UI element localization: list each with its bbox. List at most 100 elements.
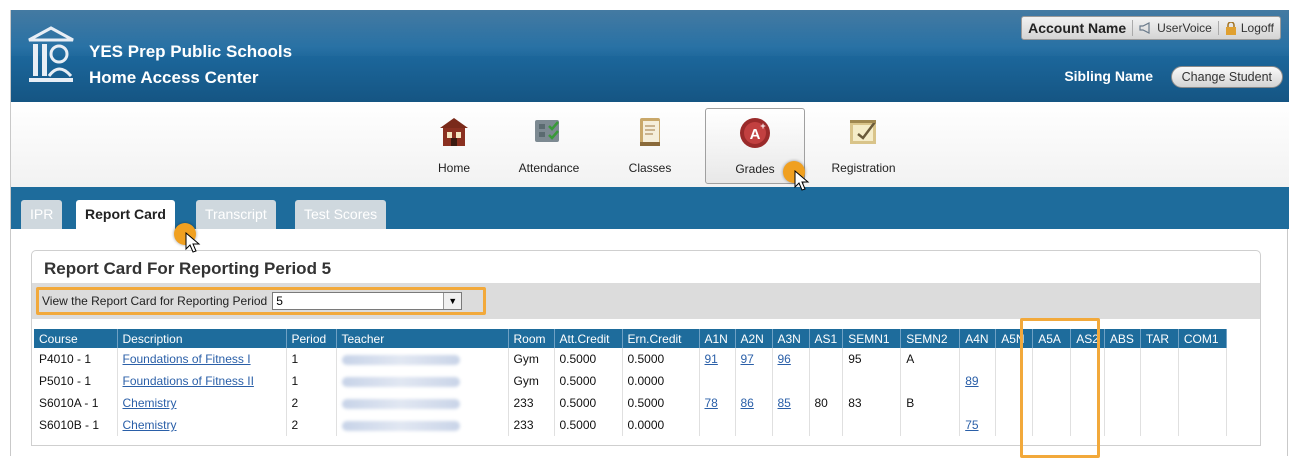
grade-cell: [959, 392, 997, 414]
grade-cell: [995, 414, 1034, 436]
grade-link[interactable]: 78: [705, 396, 718, 410]
home-icon: [440, 118, 468, 146]
teacher-cell: [336, 348, 509, 370]
nav-attendance[interactable]: Attendance: [504, 108, 594, 184]
grade-cell: 89: [959, 370, 997, 392]
description-cell: Chemistry: [117, 392, 287, 414]
grade-cell: [735, 414, 773, 436]
grade-cell: [772, 414, 810, 436]
uservoice-link[interactable]: UserVoice: [1133, 21, 1219, 35]
period-cell: 1: [286, 348, 337, 370]
change-student-button[interactable]: Change Student: [1170, 66, 1283, 88]
grade-cell: 95: [842, 348, 902, 370]
grade-cell: [995, 370, 1034, 392]
reporting-period-select[interactable]: 5 ▼: [272, 292, 463, 310]
course-cell: S6010A - 1: [34, 392, 118, 414]
grade-cell: [995, 392, 1034, 414]
tab-report-card[interactable]: Report Card: [76, 200, 175, 229]
col-header[interactable]: A4N: [959, 329, 997, 348]
col-header[interactable]: A5N: [995, 329, 1034, 348]
grade-cell: [1070, 348, 1105, 370]
grade-cell: 80: [809, 392, 844, 414]
nav-registration[interactable]: Registration: [816, 108, 911, 184]
tab-bar: IPR Report Card Transcript Test Scores: [11, 187, 1289, 229]
description-cell: Chemistry: [117, 414, 287, 436]
grade-link[interactable]: 91: [705, 352, 718, 366]
school-logo-icon: [28, 26, 74, 82]
course-link[interactable]: Foundations of Fitness II: [123, 374, 254, 388]
col-header[interactable]: Room: [508, 329, 555, 348]
tab-test-scores[interactable]: Test Scores: [295, 200, 387, 229]
header: YES Prep Public Schools Home Access Cent…: [11, 10, 1289, 102]
col-header[interactable]: Description: [117, 329, 287, 348]
course-link[interactable]: Chemistry: [123, 396, 177, 410]
course-link[interactable]: Foundations of Fitness I: [123, 352, 251, 366]
ern-credit-cell: 0.0000: [622, 370, 700, 392]
course-cell: P5010 - 1: [34, 370, 118, 392]
nav-classes[interactable]: Classes: [605, 108, 695, 184]
grades-icon: A +: [740, 118, 770, 148]
chevron-down-icon[interactable]: ▼: [443, 293, 462, 309]
grade-link[interactable]: 96: [778, 352, 791, 366]
grade-link[interactable]: 89: [965, 374, 978, 388]
col-header[interactable]: Teacher: [336, 329, 509, 348]
description-cell: Foundations of Fitness II: [117, 370, 287, 392]
grade-cell: 96: [772, 348, 810, 370]
col-header[interactable]: Ern.Credit: [622, 329, 700, 348]
att-credit-cell: 0.5000: [554, 392, 623, 414]
nav-classes-label: Classes: [628, 161, 672, 175]
tab-transcript[interactable]: Transcript: [196, 200, 276, 229]
ern-credit-cell: 0.0000: [622, 414, 700, 436]
filter-label: View the Report Card for Reporting Perio…: [42, 294, 268, 308]
grade-link[interactable]: 85: [778, 396, 791, 410]
logoff-link[interactable]: Logoff: [1219, 21, 1280, 35]
col-header[interactable]: AS2: [1070, 329, 1105, 348]
teacher-name-redacted: [341, 420, 460, 431]
grade-cell: [1070, 370, 1105, 392]
course-link[interactable]: Chemistry: [123, 418, 177, 432]
col-header[interactable]: Course: [34, 329, 118, 348]
col-header[interactable]: Att.Credit: [554, 329, 623, 348]
col-header[interactable]: COM1: [1178, 329, 1227, 348]
grade-link[interactable]: 75: [965, 418, 978, 432]
col-header[interactable]: ABS: [1104, 329, 1141, 348]
table-row: S6010B - 1 Chemistry 2 233 0.5000 0.0000…: [34, 414, 1227, 436]
tab-ipr[interactable]: IPR: [21, 200, 63, 229]
pointer-cursor-icon: [794, 170, 810, 191]
col-header[interactable]: Period: [286, 329, 337, 348]
sibling-name: Sibling Name: [1064, 68, 1153, 84]
grade-link[interactable]: 86: [741, 396, 754, 410]
room-cell: Gym: [508, 370, 555, 392]
svg-text:A: A: [750, 126, 761, 143]
app-name: Home Access Center: [89, 68, 259, 87]
teacher-name-redacted: [341, 398, 460, 409]
grade-cell: [1032, 348, 1072, 370]
room-cell: 233: [508, 392, 555, 414]
nav-registration-label: Registration: [831, 161, 896, 175]
col-header[interactable]: AS1: [809, 329, 844, 348]
grade-cell: [1032, 370, 1072, 392]
col-header[interactable]: A5A: [1032, 329, 1072, 348]
teacher-cell: [336, 414, 509, 436]
period-cell: 2: [286, 392, 337, 414]
nav-home[interactable]: Home: [409, 108, 499, 184]
logoff-label: Logoff: [1240, 21, 1274, 35]
grade-cell: [1178, 392, 1227, 414]
col-header[interactable]: SEMN2: [900, 329, 961, 348]
svg-text:+: +: [760, 121, 765, 131]
account-name[interactable]: Account Name: [1022, 20, 1134, 36]
col-header[interactable]: A1N: [699, 329, 736, 348]
col-header[interactable]: A2N: [735, 329, 773, 348]
reporting-period-value: 5: [276, 294, 283, 308]
filter-row: View the Report Card for Reporting Perio…: [32, 283, 1260, 319]
ern-credit-cell: 0.5000: [622, 392, 700, 414]
att-credit-cell: 0.5000: [554, 348, 623, 370]
col-header[interactable]: SEMN1: [842, 329, 902, 348]
col-header[interactable]: TAR: [1140, 329, 1179, 348]
col-header[interactable]: A3N: [772, 329, 810, 348]
table-row: P5010 - 1 Foundations of Fitness II 1 Gy…: [34, 370, 1227, 392]
grade-cell: [1070, 392, 1105, 414]
grade-link[interactable]: 97: [741, 352, 754, 366]
grade-cell: [1140, 392, 1179, 414]
grade-cell: [1032, 414, 1072, 436]
